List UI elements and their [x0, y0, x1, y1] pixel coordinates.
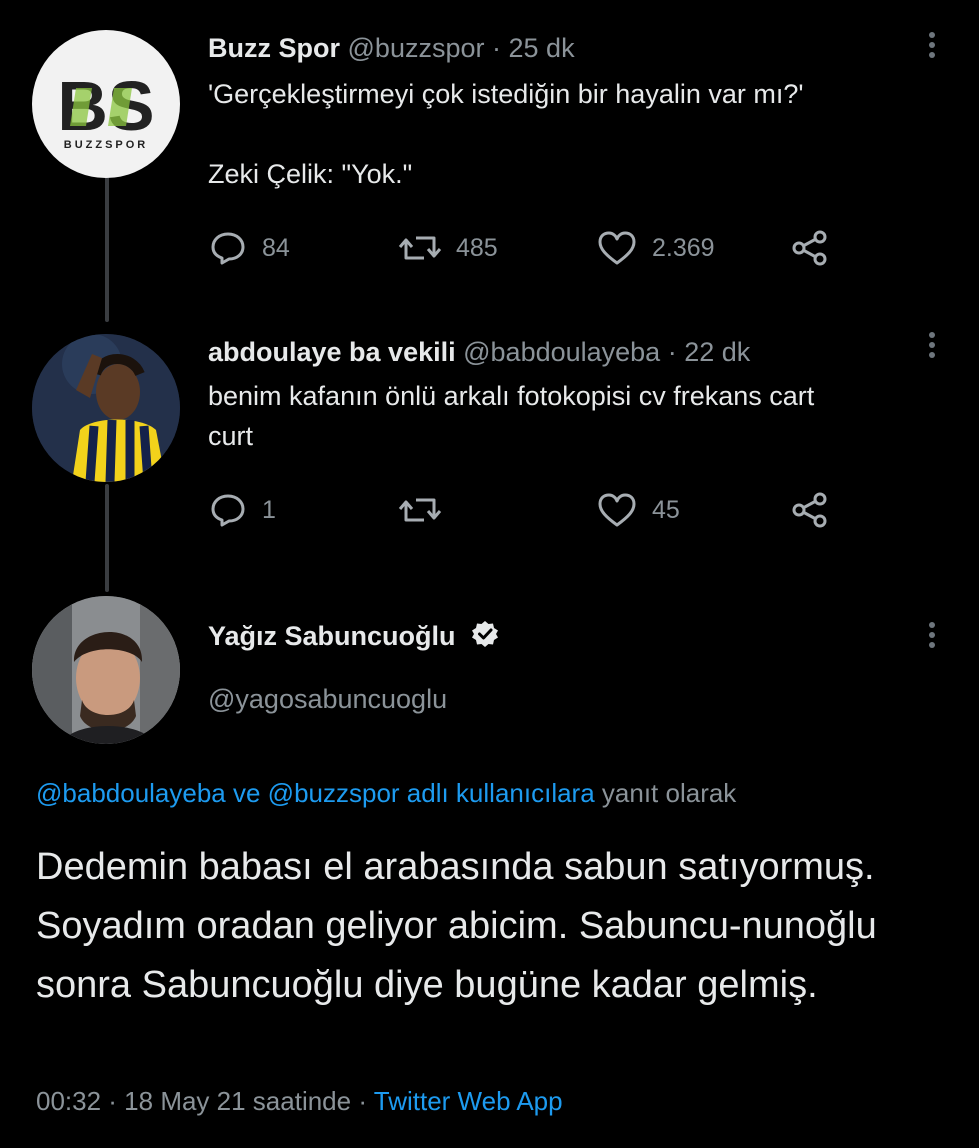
reply-button[interactable]: 84 [208, 228, 290, 268]
tweet-babdoulayeba[interactable]: abdoulaye ba vekili @babdoulayeba · 22 d… [0, 320, 979, 590]
tweet-header: Buzz Spor @buzzspor · 25 dk [208, 33, 575, 64]
share-button[interactable] [790, 228, 830, 268]
user-handle[interactable]: @yagosabuncuoglu [208, 684, 447, 715]
display-name[interactable]: Buzz Spor [208, 33, 340, 63]
display-name[interactable]: abdoulaye ba vekili [208, 337, 456, 367]
share-icon [792, 230, 827, 266]
tweet-time[interactable]: 22 dk [684, 337, 750, 367]
tweet-source[interactable]: Twitter Web App [374, 1086, 563, 1116]
retweet-button[interactable]: 485 [398, 228, 498, 268]
tweet-header: abdoulaye ba vekili @babdoulayeba · 22 d… [208, 337, 750, 368]
verified-badge-icon [472, 621, 499, 647]
logo-letters: BS [57, 67, 154, 145]
tweet-footer: 00:32 · 18 May 21 saatinde · Twitter Web… [36, 1086, 563, 1117]
main-tweet-text: Dedemin babası el arabasında sabun satıy… [36, 846, 877, 1006]
tweet-actions: 1 45 [208, 490, 848, 530]
tweet-time[interactable]: 25 dk [509, 33, 575, 63]
user-handle[interactable]: @babdoulayeba [463, 337, 660, 367]
heart-icon [598, 231, 636, 265]
more-options-icon[interactable] [927, 32, 937, 62]
retweet-count: 485 [456, 233, 498, 262]
tweet-text: benim kafanın önlü arkalı fotokopisi cv … [208, 381, 815, 451]
display-name[interactable]: Yağız Sabuncuoğlu [208, 621, 456, 651]
separator-dot: · [667, 337, 677, 367]
reply-to-links[interactable]: @babdoulayeba ve @buzzspor adlı kullanıc… [36, 778, 595, 808]
heart-icon [598, 493, 636, 527]
avatar-photo [32, 334, 180, 482]
avatar[interactable] [32, 596, 180, 744]
tweet-buzzspor[interactable]: BS BUZZSPOR Buzz Spor @buzzspor · 25 dk … [0, 0, 979, 310]
retweet-icon [398, 236, 442, 260]
logo-caption: BUZZSPOR [64, 139, 149, 151]
tweet-timestamp[interactable]: 00:32 · 18 May 21 saatinde · [36, 1086, 367, 1116]
avatar-photo [32, 596, 180, 744]
main-tweet-header: Yağız Sabuncuoğlu [208, 620, 499, 652]
like-count: 2.369 [652, 233, 715, 262]
reply-icon [211, 232, 245, 265]
reply-button[interactable]: 1 [208, 490, 276, 530]
more-options-icon[interactable] [927, 622, 937, 652]
user-handle[interactable]: @buzzspor [348, 33, 485, 63]
tweet-actions: 84 485 2.369 [208, 228, 848, 268]
buzzspor-logo: BS BUZZSPOR [57, 67, 154, 151]
separator-dot: · [492, 33, 501, 63]
avatar[interactable]: BS BUZZSPOR [32, 30, 180, 178]
avatar[interactable] [32, 334, 180, 482]
share-button[interactable] [790, 490, 830, 530]
reply-icon [211, 494, 245, 527]
tweet-text: 'Gerçekleştirmeyi çok istediğin bir haya… [208, 79, 804, 189]
like-button[interactable]: 2.369 [596, 228, 715, 268]
replying-to: @babdoulayeba ve @buzzspor adlı kullanıc… [36, 778, 736, 809]
share-icon [792, 492, 827, 528]
reply-count: 1 [262, 495, 276, 524]
reply-to-suffix: yanıt olarak [601, 778, 737, 808]
more-options-icon[interactable] [927, 332, 937, 362]
like-count: 45 [652, 495, 680, 524]
reply-count: 84 [262, 233, 290, 262]
like-button[interactable]: 45 [596, 490, 680, 530]
retweet-button[interactable] [398, 490, 456, 530]
retweet-icon [398, 498, 442, 522]
